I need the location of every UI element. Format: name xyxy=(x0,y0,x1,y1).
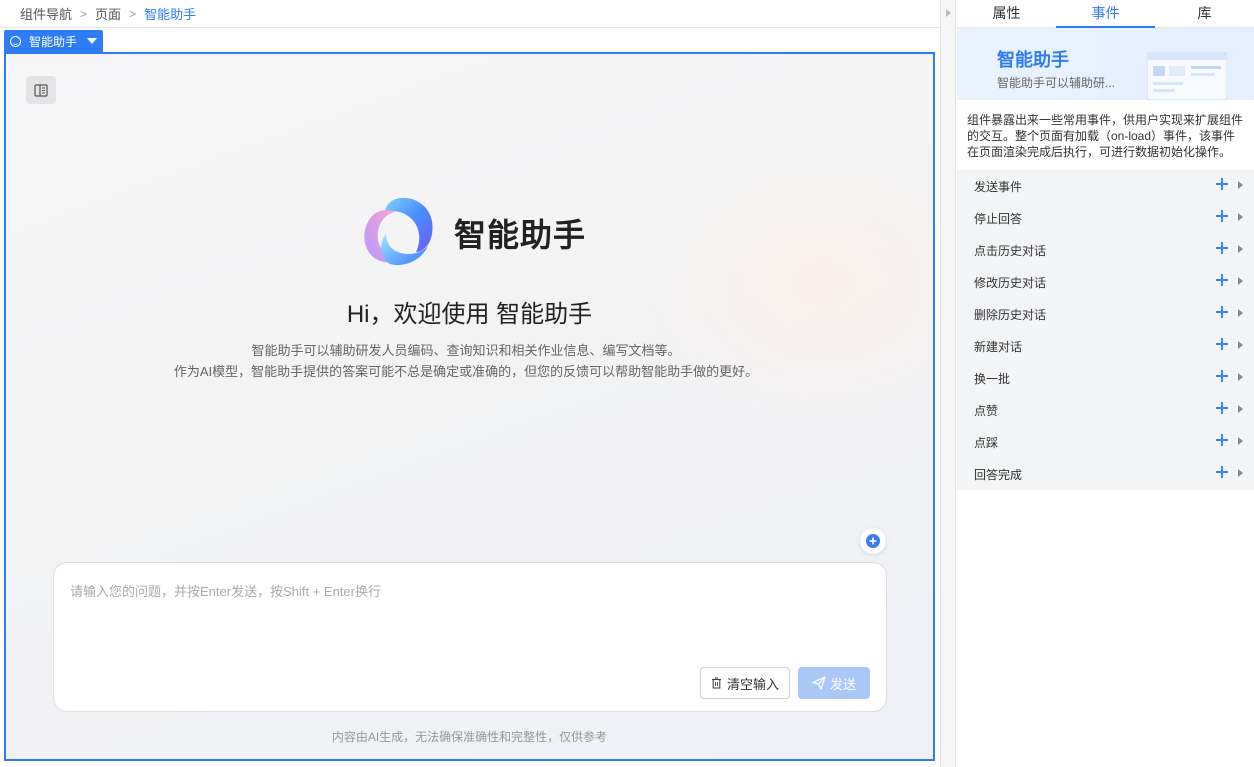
breadcrumb-item-nav[interactable]: 组件导航 xyxy=(20,4,72,23)
window-illustration-icon xyxy=(1147,52,1227,100)
ai-disclaimer: 内容由AI生成，无法确保准确性和完整性，仅供参考 xyxy=(331,730,608,744)
question-input[interactable]: 请输入您的问题，并按Enter发送，按Shift + Enter换行 xyxy=(70,581,381,600)
event-item-delete-history[interactable]: 删除历史对话 xyxy=(957,298,1254,330)
breadcrumb: 组件导航 > 页面 > 智能助手 xyxy=(0,0,940,28)
chevron-right-icon[interactable] xyxy=(1238,405,1243,413)
add-icon[interactable] xyxy=(1216,274,1228,286)
event-item-new-chat[interactable]: 新建对话 xyxy=(957,330,1254,362)
chevron-right-icon[interactable] xyxy=(1238,277,1243,285)
component-selector-tag[interactable]: 智能助手 xyxy=(4,30,104,52)
add-icon[interactable] xyxy=(1216,338,1228,350)
breadcrumb-separator-icon: > xyxy=(80,6,88,21)
event-label: 停止回答 xyxy=(974,211,1023,226)
assistant-title: 智能助手 xyxy=(454,217,587,253)
hero-subtitle: 智能助手可以辅助研... xyxy=(997,76,1116,90)
panel-collapse-strip[interactable] xyxy=(940,0,956,767)
events-intro-text: 组件暴露出来一些常用事件，供用户实现来扩展组件的交互。整个页面有加载（on-lo… xyxy=(957,100,1254,170)
tab-library[interactable]: 库 xyxy=(1155,0,1254,27)
add-icon[interactable] xyxy=(1216,306,1228,318)
trash-icon xyxy=(711,677,721,689)
event-label: 点赞 xyxy=(974,403,999,418)
assistant-logo-icon xyxy=(364,197,433,266)
event-label: 修改历史对话 xyxy=(974,275,1047,290)
event-label: 回答完成 xyxy=(974,467,1023,482)
event-label: 新建对话 xyxy=(974,339,1023,354)
event-item-refresh[interactable]: 换一批 xyxy=(957,362,1254,394)
event-item-answer-complete[interactable]: 回答完成 xyxy=(957,458,1254,490)
event-label: 点击历史对话 xyxy=(974,243,1047,258)
add-icon[interactable] xyxy=(1216,210,1228,222)
chevron-right-icon[interactable] xyxy=(1238,309,1243,317)
event-item-dislike[interactable]: 点踩 xyxy=(957,426,1254,458)
tab-events[interactable]: 事件 xyxy=(1056,0,1155,28)
event-label: 换一批 xyxy=(974,371,1011,386)
clear-input-label: 清空输入 xyxy=(726,676,779,692)
component-tag-label: 智能助手 xyxy=(29,34,78,49)
component-hero-card: 智能助手 智能助手可以辅助研... xyxy=(957,28,1254,100)
chevron-right-icon[interactable] xyxy=(1238,213,1243,221)
assistant-header: 智能助手 xyxy=(360,194,586,272)
collapse-arrow-icon[interactable] xyxy=(946,9,951,17)
editor-area: 组件导航 > 页面 > 智能助手 智能助手 智能助手 Hi，欢迎使用 智能助手 … xyxy=(0,0,940,767)
breadcrumb-separator-icon: > xyxy=(129,6,137,21)
send-icon xyxy=(812,676,826,690)
add-icon[interactable] xyxy=(1216,466,1228,478)
smile-icon xyxy=(10,35,21,47)
event-list: 发送事件 停止回答 点击历史对话 修改历史对话 删除历史对话 新建对话 换一批 … xyxy=(957,170,1254,490)
event-item-click-history[interactable]: 点击历史对话 xyxy=(957,234,1254,266)
breadcrumb-item-current: 智能助手 xyxy=(144,7,197,22)
welcome-heading: Hi，欢迎使用 智能助手 xyxy=(346,301,593,328)
chevron-right-icon[interactable] xyxy=(1238,181,1243,189)
event-item-stop[interactable]: 停止回答 xyxy=(957,202,1254,234)
chevron-right-icon[interactable] xyxy=(1238,469,1243,477)
add-icon[interactable] xyxy=(1216,178,1228,190)
chevron-right-icon[interactable] xyxy=(1238,373,1243,381)
add-icon[interactable] xyxy=(1216,402,1228,414)
chevron-right-icon[interactable] xyxy=(1238,341,1243,349)
event-item-edit-history[interactable]: 修改历史对话 xyxy=(957,266,1254,298)
hero-title: 智能助手 xyxy=(997,50,1069,70)
new-chat-button[interactable] xyxy=(860,528,886,554)
sidebar-toggle-button[interactable] xyxy=(26,76,56,104)
tab-properties[interactable]: 属性 xyxy=(957,0,1056,27)
welcome-description-line2: 作为AI模型，智能助手提供的答案可能不总是确定或准确的，但您的反馈可以帮助智能助… xyxy=(173,364,759,379)
panel-tabs: 属性 事件 库 xyxy=(957,0,1254,28)
event-label: 删除历史对话 xyxy=(974,307,1047,322)
send-button[interactable]: 发送 xyxy=(798,667,870,699)
send-label: 发送 xyxy=(829,676,856,692)
chevron-right-icon[interactable] xyxy=(1238,245,1243,253)
add-icon[interactable] xyxy=(1216,370,1228,382)
chevron-right-icon[interactable] xyxy=(1238,437,1243,445)
assistant-canvas: 智能助手 Hi，欢迎使用 智能助手 智能助手可以辅助研发人员编码、查询知识和相关… xyxy=(4,52,935,761)
event-label: 发送事件 xyxy=(974,179,1023,194)
event-item-send[interactable]: 发送事件 xyxy=(957,170,1254,202)
clear-input-button[interactable]: 清空输入 xyxy=(700,667,790,699)
new-chat-icon xyxy=(866,534,880,548)
add-icon[interactable] xyxy=(1216,242,1228,254)
event-label: 点踩 xyxy=(974,435,999,450)
welcome-description-line1: 智能助手可以辅助研发人员编码、查询知识和相关作业信息、编写文档等。 xyxy=(251,343,681,358)
caret-down-icon[interactable] xyxy=(87,38,98,44)
breadcrumb-item-page[interactable]: 页面 xyxy=(95,4,121,23)
add-icon[interactable] xyxy=(1216,434,1228,446)
event-item-like[interactable]: 点赞 xyxy=(957,394,1254,426)
sidebar-toggle-icon xyxy=(34,83,48,97)
properties-panel: 属性 事件 库 智能助手 智能助手可以辅助研... 组件暴露出来一些常用事件，供… xyxy=(957,0,1254,767)
question-input-box[interactable]: 请输入您的问题，并按Enter发送，按Shift + Enter换行 清空输入 … xyxy=(53,562,887,712)
